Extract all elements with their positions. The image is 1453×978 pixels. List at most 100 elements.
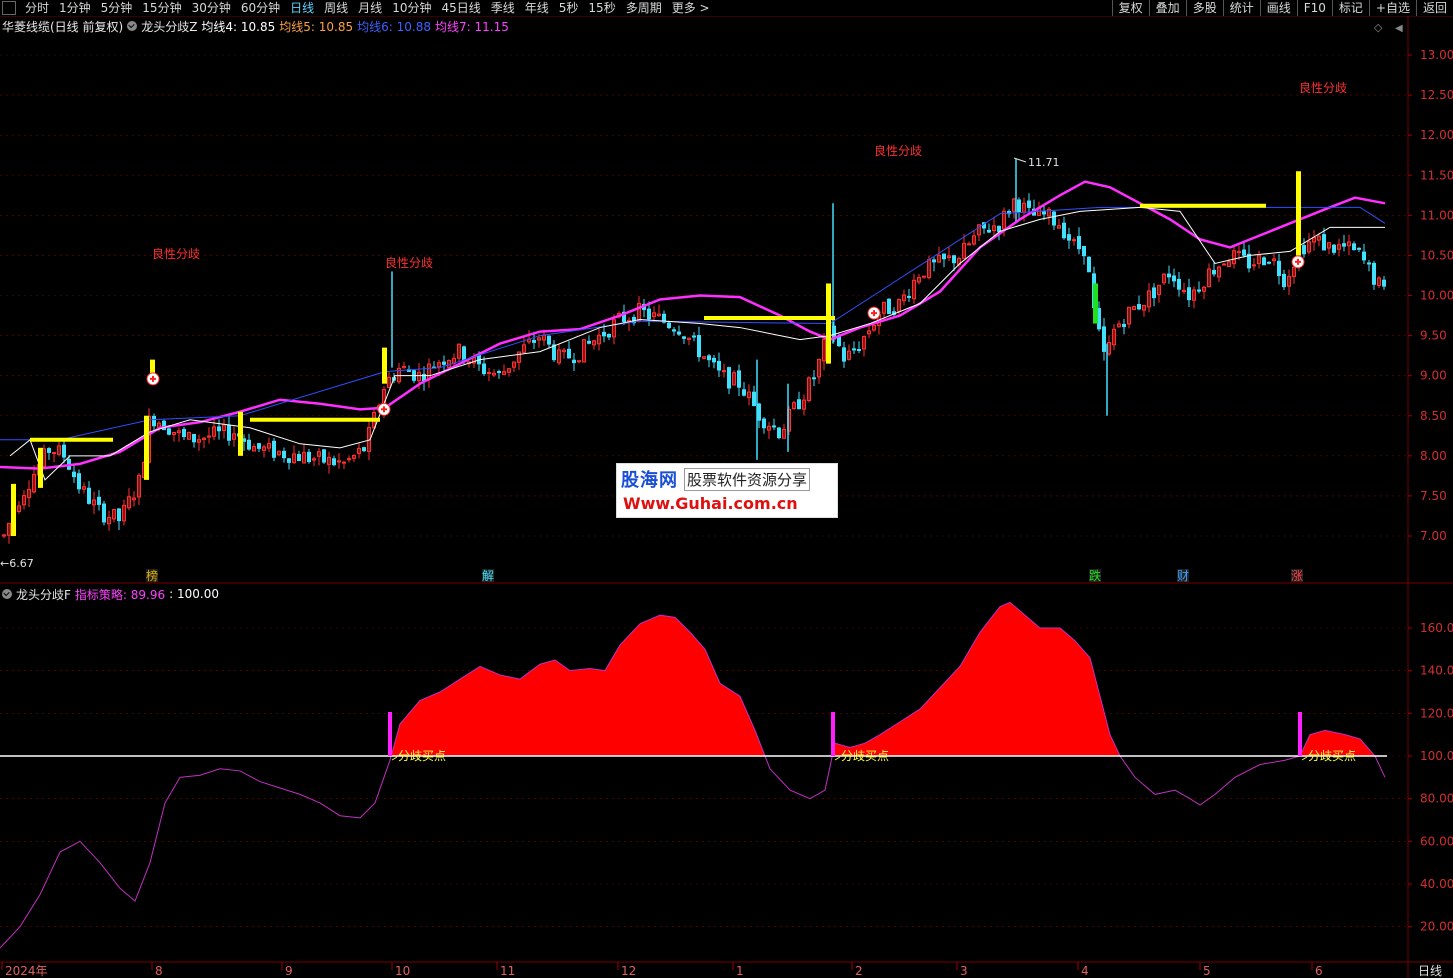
buy-point-pointer xyxy=(391,756,398,761)
candle-body xyxy=(857,348,861,351)
signal-bar xyxy=(38,447,43,488)
price-label: 12.00 xyxy=(1420,128,1453,142)
candle-body xyxy=(1167,273,1171,278)
candle-body xyxy=(647,308,651,320)
candle-body xyxy=(682,336,686,339)
candle-body xyxy=(1082,245,1086,257)
price-label: 7.50 xyxy=(1420,489,1447,503)
price-label: 11.50 xyxy=(1420,168,1453,182)
candle-body xyxy=(942,253,946,260)
candle-body xyxy=(1372,262,1376,285)
time-label: 6 xyxy=(1315,964,1323,978)
candle-body xyxy=(777,427,781,439)
candle-body xyxy=(812,377,816,380)
candle-body xyxy=(602,331,606,337)
candle-body xyxy=(1177,278,1181,290)
time-label: 8 xyxy=(155,964,163,978)
time-label: 1 xyxy=(736,964,744,978)
candle-body xyxy=(932,259,936,263)
candle-body xyxy=(217,426,221,432)
high-price-label: 11.71 xyxy=(1028,156,1060,169)
buy-signal-bar xyxy=(388,712,392,756)
candle-body xyxy=(772,425,776,428)
period-label: 日线 xyxy=(1418,964,1442,978)
signal-bar xyxy=(1296,171,1301,256)
ind-label: 40.00 xyxy=(1420,877,1453,891)
watermark-brand: 股海网 xyxy=(621,470,678,491)
candle-body xyxy=(717,360,721,371)
buy-point-pointer xyxy=(834,756,841,761)
candle-body xyxy=(1087,256,1091,273)
ma7-line xyxy=(0,180,1386,470)
candle-body xyxy=(707,355,711,361)
candle-body xyxy=(152,415,156,427)
candle-body xyxy=(167,428,171,435)
event-marker-label: 涨 xyxy=(1291,568,1303,583)
candle-body xyxy=(967,243,971,246)
candle-body xyxy=(257,443,261,449)
watermark-banner: 股海网 股票软件资源分享 Www.Guhai.com.cn xyxy=(616,463,838,518)
candle-body xyxy=(72,471,76,478)
ind-label: 140.00 xyxy=(1420,664,1453,678)
time-label: 10 xyxy=(395,964,410,978)
candle-body xyxy=(697,335,701,358)
candle-body xyxy=(572,359,576,364)
benign-divergence-label: 良性分歧 xyxy=(385,255,433,270)
candle-body xyxy=(837,336,841,347)
event-marker-label: 财 xyxy=(1177,569,1189,583)
candle-body xyxy=(192,433,196,443)
candle-body xyxy=(1212,269,1216,275)
candle-body xyxy=(1242,249,1246,256)
candle-body xyxy=(462,346,466,362)
candle-body xyxy=(1197,289,1201,292)
time-label: 3 xyxy=(960,964,968,978)
candle-body xyxy=(532,339,536,343)
benign-divergence-label: 良性分歧 xyxy=(152,246,200,261)
candle-body xyxy=(227,424,231,441)
candle-body xyxy=(117,508,121,522)
candle-body xyxy=(842,347,846,362)
moving-averages xyxy=(0,180,1386,481)
buy-point-pointer xyxy=(1301,756,1308,761)
candle-body xyxy=(1077,236,1081,250)
candle-body xyxy=(757,403,761,421)
diamond-icon: ◇ xyxy=(1374,21,1383,34)
buy-signal-bar xyxy=(831,712,835,756)
candle-body xyxy=(1367,262,1371,265)
candle-body xyxy=(587,340,591,344)
candle-body xyxy=(1152,287,1156,299)
candle-body xyxy=(567,348,571,359)
benign-divergence-label: 良性分歧 xyxy=(1299,80,1347,95)
indicator-panel: 分歧买点 分歧买点 分歧买点 xyxy=(0,601,1387,949)
candle-body xyxy=(577,360,581,363)
candle-body xyxy=(1222,263,1226,266)
candle-body xyxy=(692,335,696,338)
time-label: 5 xyxy=(1203,964,1211,978)
candle-body xyxy=(762,418,766,429)
candle-body xyxy=(97,496,101,505)
candle-body xyxy=(182,428,186,438)
watermark-url: Www.Guhai.com.cn xyxy=(623,494,798,513)
price-label: 13.00 xyxy=(1420,48,1453,62)
candle-body xyxy=(102,503,106,523)
price-label: 11.00 xyxy=(1420,208,1453,222)
candle-body xyxy=(1137,304,1141,310)
event-marker-label: 跌 xyxy=(1089,568,1101,583)
candle-body xyxy=(332,458,336,466)
buy-point-label: 分歧买点 xyxy=(1308,749,1356,763)
candle-body xyxy=(1102,326,1106,352)
candle-body xyxy=(1067,234,1071,241)
time-label: 2024年 xyxy=(5,964,48,978)
candle-body xyxy=(722,370,726,373)
candle-body xyxy=(307,451,311,463)
candle-body xyxy=(442,361,446,365)
candle-body xyxy=(77,473,81,490)
candle-body xyxy=(997,225,1001,232)
candle-body xyxy=(1332,244,1336,253)
candle-body xyxy=(297,454,301,462)
event-marker-label: 榜 xyxy=(146,568,158,583)
signal-bar xyxy=(238,411,243,456)
candle-body xyxy=(1027,200,1031,208)
candle-body xyxy=(1072,239,1076,242)
candle-body xyxy=(672,329,676,332)
